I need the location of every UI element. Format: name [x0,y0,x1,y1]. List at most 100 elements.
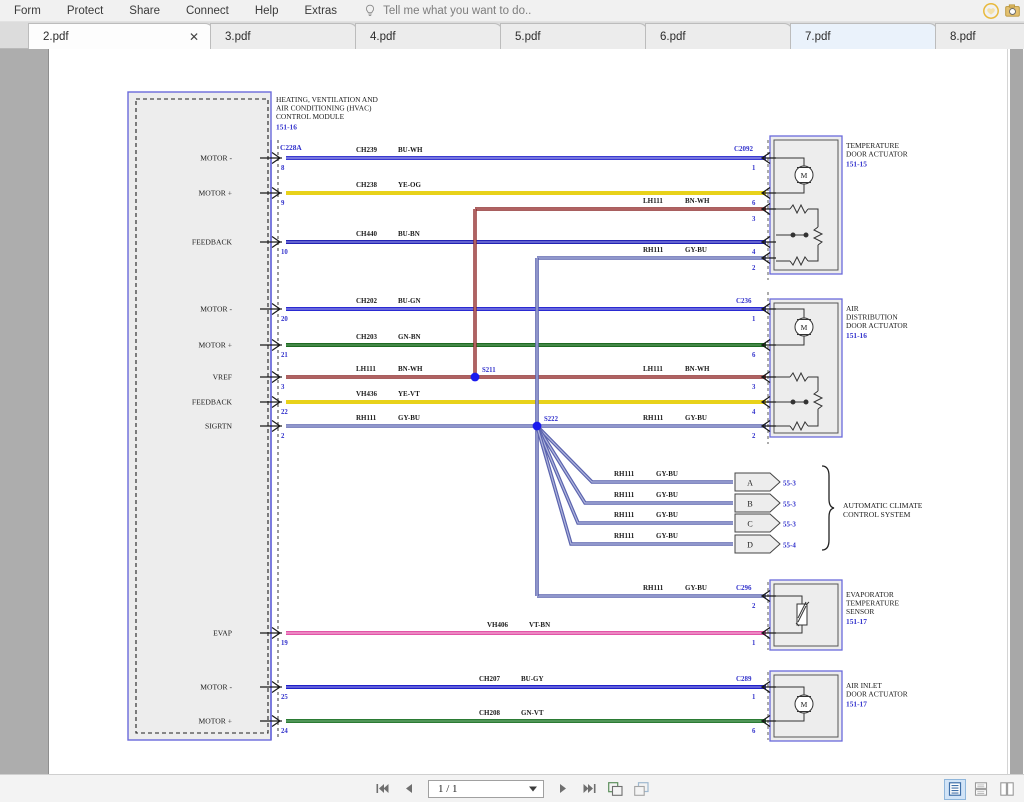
evap-name-line3: SENSOR [846,607,874,616]
pin-number-9: 9 [281,200,285,207]
wire-colorcode-rh111-upper: GY-BU [685,246,707,254]
temp-actuator-pin-6: 6 [752,200,756,207]
splice-s211-label: S211 [482,367,496,374]
tell-me-search[interactable]: Tell me what you want to do.. [364,4,531,18]
tab-2-pdf[interactable]: 2.pdf ✕ [28,23,214,49]
tab-bar: 2.pdf ✕ 3.pdf 4.pdf 5.pdf 6.pdf 7.pdf 8.… [0,22,1024,49]
temp-actuator-pin-1: 1 [752,165,756,172]
airdist-motor-m: M [801,323,808,332]
temp-actuator-motor-m: M [801,171,808,180]
next-page-button[interactable] [554,779,573,798]
tab-label: 4.pdf [370,30,396,43]
temp-actuator-ref: 151-15 [846,160,867,169]
airinlet-connector-id: C289 [736,675,752,683]
tab-5-pdf[interactable]: 5.pdf [500,23,648,49]
airdist-name-line3: DOOR ACTUATOR [846,321,908,330]
airinlet-pin-6: 6 [752,728,756,735]
wire-label-lh111-lower: LH111 [356,365,376,373]
wire-label-ch202: CH202 [356,297,378,305]
menu-item-share[interactable]: Share [116,0,173,22]
wiring-diagram: HEATING, VENTILATION AND AIR CONDITIONIN… [127,91,923,742]
acc-system-brace [821,465,835,551]
pin-label-motor-minus-25: MOTOR - [200,683,232,692]
wire-colorcode-ch203: GN-BN [398,333,421,341]
pin-label-feedback-10: FEEDBACK [192,238,233,247]
close-icon[interactable]: ✕ [189,31,199,43]
airinlet-ref: 151-17 [846,700,867,709]
wire-label-rh111-sigrtn: RH111 [356,414,377,422]
extract-page-button[interactable] [632,779,651,798]
pin-label-evap-19: EVAP [213,629,232,638]
menu-item-extras[interactable]: Extras [291,0,350,22]
facing-view-button[interactable] [996,779,1018,800]
tab-label: 3.pdf [225,30,251,43]
tab-8-pdf[interactable]: 8.pdf [935,23,1024,49]
menu-item-connect[interactable]: Connect [173,0,242,22]
branch-c-pentagon [734,513,781,533]
insert-page-button[interactable] [606,779,625,798]
previous-page-icon [406,784,412,793]
pin-label-motor-plus-21: MOTOR + [199,341,232,350]
menu-item-help[interactable]: Help [242,0,292,22]
pdf-page-canvas[interactable]: HEATING, VENTILATION AND AIR CONDITIONIN… [50,49,1007,774]
first-page-button[interactable] [373,779,392,798]
branch-a-circuit: RH111 [614,470,635,478]
insert-page-icon [608,781,623,796]
pin-number-3: 3 [281,384,285,391]
airinlet-name-line2: DOOR ACTUATOR [846,690,908,699]
left-gutter-panel [0,49,49,774]
tab-7-pdf[interactable]: 7.pdf [790,23,938,49]
temp-actuator-pin-3: 3 [752,216,756,223]
wire-colorcode-ch207: BU-GY [521,675,544,683]
device-air-inlet-door-actuator: M C289 1 6 AIR INLET DOOR ACTUATOR 151-1… [736,670,908,742]
page-number-value: 1 / 1 [438,782,458,795]
last-page-button[interactable] [580,779,599,798]
branch-d-wire-hilite [536,425,733,545]
branch-d-pentagon [734,534,781,554]
acc-system-label-line2: CONTROL SYSTEM [843,510,911,519]
wire-colorcode-lh111-lower: BN-WH [398,365,423,373]
tab-3-pdf[interactable]: 3.pdf [210,23,358,49]
airdist-pin-3: 3 [752,384,756,391]
evap-pin-1: 1 [752,640,756,647]
branch-b-pentagon [734,493,781,513]
view-mode-buttons [944,775,1018,802]
menu-item-form[interactable]: Form [0,0,54,22]
pin-number-8: 8 [281,165,285,172]
splice-s222-label: S222 [544,416,559,423]
branch-d-letter: D [747,541,753,550]
pin-label-motor-minus-20: MOTOR - [200,305,232,314]
scrollbar-thumb[interactable] [1010,49,1023,774]
airinlet-pin-1: 1 [752,694,756,701]
acc-system-label-line1: AUTOMATIC CLIMATE [843,501,923,510]
single-page-view-button[interactable] [944,778,966,800]
page-number-input[interactable]: 1 / 1 [428,779,544,798]
heart-icon[interactable] [983,3,999,19]
pin-label-feedback-22: FEEDBACK [192,398,233,407]
chevron-down-icon[interactable] [529,786,537,791]
pin-number-25: 25 [281,694,288,701]
tell-me-placeholder: Tell me what you want to do.. [383,4,532,17]
branch-b-colorcode: GY-BU [656,491,678,499]
wire-label-lh111-upper: LH111 [643,197,663,205]
extract-page-icon [634,781,649,796]
airdist-ref: 151-16 [846,331,867,340]
pin-number-22: 22 [281,409,288,416]
branch-b-ref: 55-3 [783,501,796,509]
facing-view-icon [1000,782,1014,796]
pin-label-sigrtn-2: SIGRTN [205,422,232,431]
wire-colorcode-ch239: BU-WH [398,146,423,154]
tab-6-pdf[interactable]: 6.pdf [645,23,793,49]
previous-page-button[interactable] [399,779,418,798]
tab-label: 8.pdf [950,30,976,43]
continuous-view-button[interactable] [970,779,992,800]
pin-label-motor-plus-9: MOTOR + [199,189,232,198]
tab-4-pdf[interactable]: 4.pdf [355,23,503,49]
menu-item-protect[interactable]: Protect [54,0,116,22]
branch-c-circuit: RH111 [614,511,635,519]
wire-colorcode-vh436: YE-VT [398,390,420,398]
airinlet-motor-m: M [801,700,808,709]
temp-actuator-pin-2: 2 [752,265,756,272]
vertical-scrollbar[interactable] [1007,49,1024,774]
screenshot-camera-icon[interactable] [1005,4,1020,18]
